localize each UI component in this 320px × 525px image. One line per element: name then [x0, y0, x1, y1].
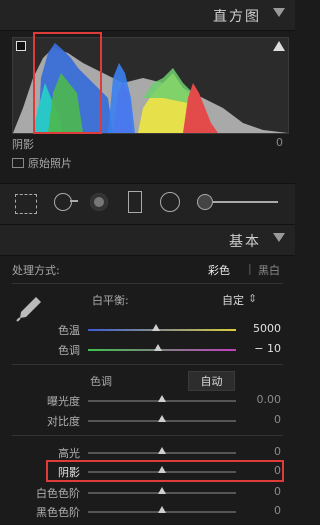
tint-slider-track[interactable]	[88, 349, 236, 351]
collapse-arrow-icon[interactable]	[273, 8, 285, 17]
blacks-label: 黑色色阶	[36, 506, 80, 519]
collapse-arrow-icon[interactable]	[273, 233, 285, 242]
treatment-label: 处理方式:	[12, 264, 60, 277]
shadow-label: 阴影	[12, 138, 34, 151]
temp-slider-track[interactable]	[88, 329, 236, 331]
red-eye-icon[interactable]	[90, 193, 108, 211]
temp-slider-thumb[interactable]	[152, 324, 161, 331]
shadows-label: 阴影	[58, 466, 80, 479]
highlight-clipping-icon[interactable]	[273, 41, 285, 51]
treatment-bw-option[interactable]: 黑白	[258, 262, 280, 278]
tint-slider-thumb[interactable]	[153, 344, 162, 351]
blacks-slider-thumb[interactable]	[158, 506, 166, 513]
contrast-label: 对比度	[47, 415, 80, 428]
highlights-label: 高光	[58, 447, 80, 460]
contrast-slider-thumb[interactable]	[158, 415, 166, 422]
crop-overlay-icon[interactable]	[15, 194, 37, 214]
wb-label: 白平衡:	[92, 294, 129, 307]
shadow-clipping-icon[interactable]	[16, 41, 26, 51]
tint-value[interactable]: − 10	[254, 342, 281, 355]
treatment-separator: |	[248, 262, 252, 275]
tint-label: 色调	[58, 344, 80, 357]
whites-label: 白色色阶	[36, 487, 80, 500]
histogram-header[interactable]: 直方图	[0, 0, 295, 31]
highlights-value[interactable]: 0	[274, 445, 281, 458]
exposure-label: 曝光度	[47, 395, 80, 408]
exposure-slider-thumb[interactable]	[158, 395, 166, 402]
tone-label: 色调	[90, 375, 112, 388]
eyedropper-icon[interactable]	[14, 292, 44, 322]
temp-value[interactable]: 5000	[253, 322, 281, 335]
blacks-value[interactable]: 0	[274, 504, 281, 517]
highlights-slider-thumb[interactable]	[158, 447, 166, 454]
graduated-filter-icon[interactable]	[128, 191, 142, 213]
basic-header[interactable]: 基本	[0, 225, 295, 256]
original-photo-checkbox[interactable]	[12, 158, 24, 168]
whites-value[interactable]: 0	[274, 485, 281, 498]
wb-dropdown-arrows[interactable]: ⇕	[248, 292, 257, 305]
shadows-slider-thumb[interactable]	[158, 466, 166, 473]
divider	[12, 364, 283, 365]
adjustment-brush-icon[interactable]	[197, 194, 213, 210]
histogram-title: 直方图	[213, 9, 261, 25]
contrast-value[interactable]: 0	[274, 413, 281, 426]
adjustment-brush-line	[212, 201, 278, 203]
tool-strip	[0, 183, 295, 225]
whites-slider-thumb[interactable]	[158, 487, 166, 494]
divider	[12, 435, 283, 436]
highlight-box-histogram	[33, 32, 102, 134]
temp-label: 色温	[58, 324, 80, 337]
auto-button[interactable]: 自动	[188, 371, 235, 391]
shadow-value: 0	[276, 136, 283, 149]
divider	[12, 283, 283, 284]
spot-removal-icon[interactable]	[54, 193, 72, 211]
treatment-color-option[interactable]: 彩色	[208, 262, 230, 278]
shadows-value[interactable]: 0	[274, 464, 281, 477]
basic-title: 基本	[229, 234, 261, 250]
wb-value[interactable]: 自定	[222, 292, 244, 308]
spot-removal-tail	[70, 200, 78, 202]
original-photo-label: 原始照片	[28, 157, 72, 170]
radial-filter-icon[interactable]	[160, 192, 180, 212]
exposure-value[interactable]: 0.00	[257, 393, 282, 406]
